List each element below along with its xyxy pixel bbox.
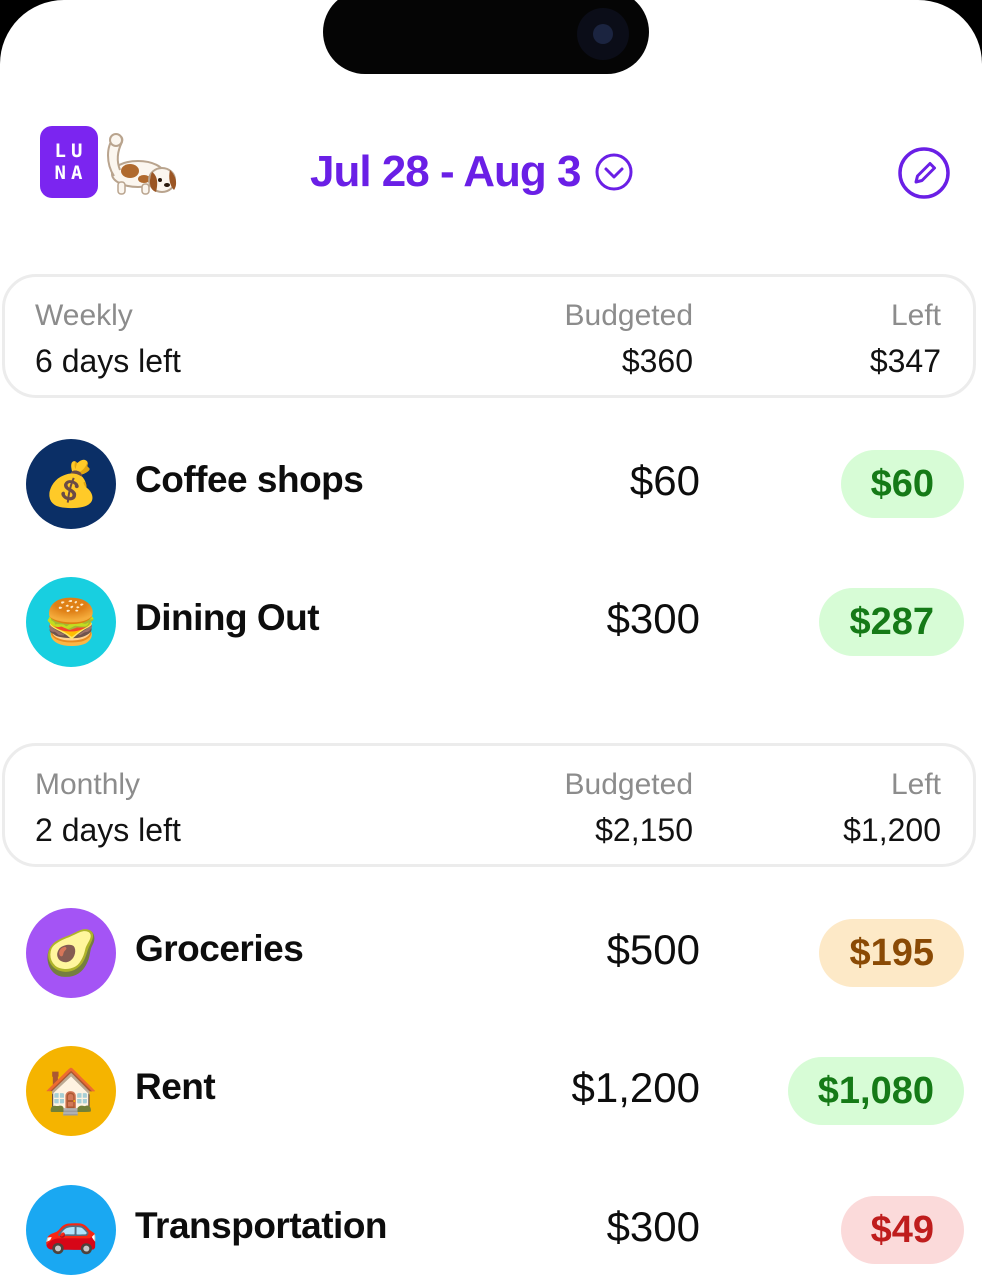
category-row-coffee-shops[interactable]: 💰 Coffee shops $60 $60 (0, 439, 982, 529)
category-row-groceries[interactable]: 🥑 Groceries $500 $195 (0, 908, 982, 998)
category-left-badge: $60 (840, 450, 964, 518)
front-camera-icon (577, 8, 629, 60)
logo-text: LU NA (54, 140, 88, 184)
left-label: Left (890, 768, 941, 801)
category-left-badge: $49 (840, 1196, 964, 1264)
category-left-badge: $1,080 (787, 1057, 964, 1125)
date-range-selector[interactable]: Jul 28 - Aug 3 (310, 146, 634, 198)
category-row-dining-out[interactable]: 🍔 Dining Out $300 $287 (0, 577, 982, 667)
category-name: Transportation (135, 1205, 388, 1246)
house-icon: 🏠 (26, 1046, 116, 1136)
days-left: 2 days left (35, 812, 181, 848)
left-label: Left (890, 299, 941, 332)
period-label: Weekly (35, 299, 133, 332)
dynamic-island (323, 0, 649, 74)
category-name: Rent (135, 1066, 216, 1107)
chevron-down-circle-icon (595, 153, 633, 191)
money-bag-icon: 💰 (26, 439, 116, 529)
budgeted-label: Budgeted (564, 299, 693, 332)
edit-pencil-icon[interactable] (897, 146, 951, 200)
luna-logo: LU NA (40, 126, 98, 198)
category-left-badge: $195 (819, 919, 964, 987)
app-screen: LU NA Jul 28 - Aug 3 Weekly 6 days left B… (0, 0, 982, 1282)
category-budgeted: $1,200 (571, 1064, 700, 1111)
category-budgeted: $500 (606, 926, 700, 973)
category-budgeted: $60 (629, 457, 700, 504)
category-budgeted: $300 (606, 595, 700, 642)
left-total: $1,200 (843, 812, 941, 848)
weekly-summary-card: Weekly 6 days left Budgeted $360 Left $3… (2, 274, 976, 398)
category-row-rent[interactable]: 🏠 Rent $1,200 $1,080 (0, 1046, 982, 1136)
avocado-icon: 🥑 (26, 908, 116, 998)
category-name: Dining Out (135, 597, 320, 638)
days-left: 6 days left (35, 343, 181, 379)
budgeted-total: $2,150 (595, 812, 693, 848)
budgeted-label: Budgeted (564, 768, 693, 801)
category-name: Groceries (135, 928, 304, 969)
category-budgeted: $300 (606, 1203, 700, 1250)
budgeted-total: $360 (621, 343, 693, 379)
monthly-summary-card: Monthly 2 days left Budgeted $2,150 Left… (2, 743, 976, 867)
date-range-label: Jul 28 - Aug 3 (310, 147, 581, 196)
left-total: $347 (869, 343, 941, 379)
car-icon: 🚗 (26, 1185, 116, 1275)
category-row-transportation[interactable]: 🚗 Transportation $300 $49 (0, 1185, 982, 1275)
burger-icon: 🍔 (26, 577, 116, 667)
category-left-badge: $287 (819, 588, 964, 656)
period-label: Monthly (35, 768, 141, 801)
dog-mascot-icon (107, 133, 177, 195)
category-name: Coffee shops (135, 459, 364, 500)
